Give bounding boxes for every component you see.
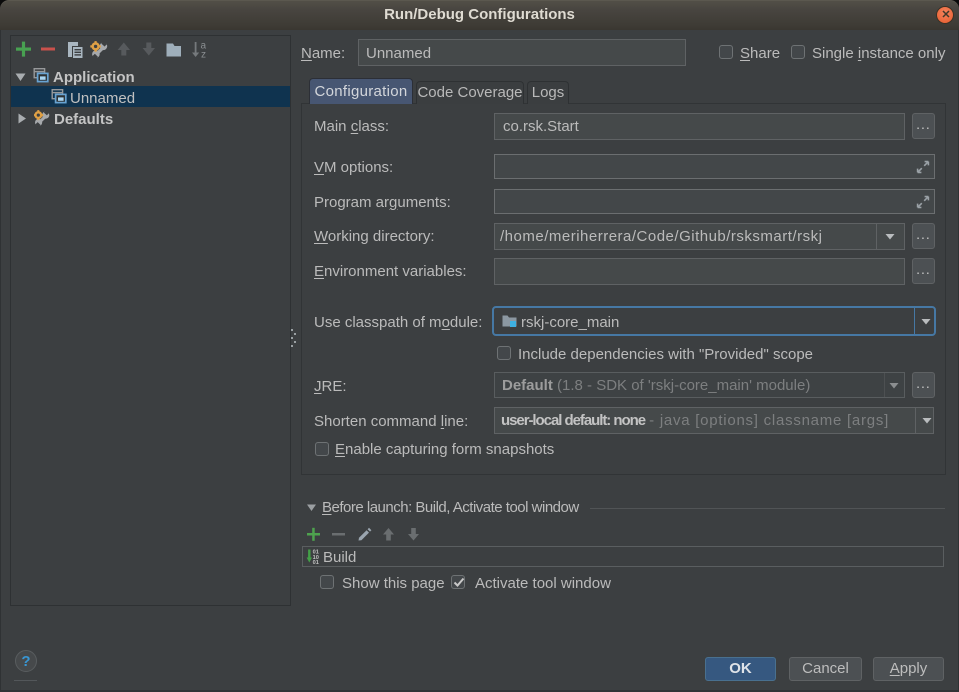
svg-text:01: 01 xyxy=(313,560,319,565)
